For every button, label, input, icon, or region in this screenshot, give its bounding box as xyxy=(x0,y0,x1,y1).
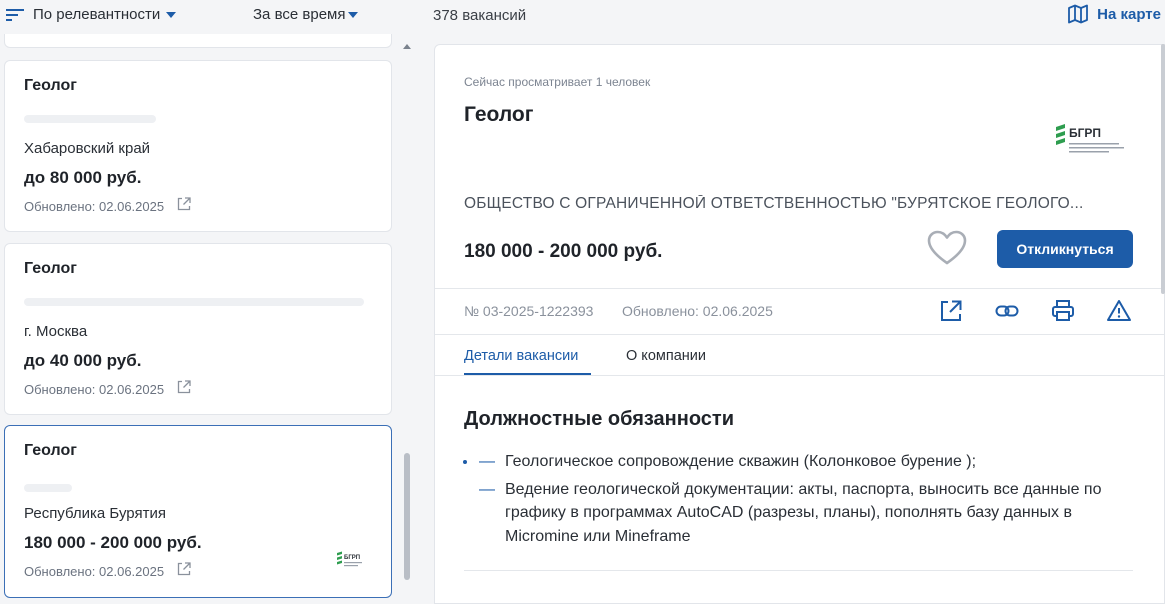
list-item: — Геологическое сопровождение скважин (К… xyxy=(461,450,1121,474)
card-company-placeholder xyxy=(24,484,72,492)
vacancy-updated: Обновлено: 02.06.2025 xyxy=(622,303,773,319)
divider xyxy=(435,288,1164,289)
viewers-count: Сейчас просматривает 1 человек xyxy=(464,75,651,89)
card-updated: Обновлено: 02.06.2025 xyxy=(24,382,165,397)
chevron-down-icon xyxy=(166,11,177,18)
vacancy-card[interactable]: Геолог Хабаровский край до 80 000 руб. О… xyxy=(4,60,392,232)
divider xyxy=(464,570,1133,571)
section-heading: Должностные обязанности xyxy=(464,408,734,430)
card-title: Геолог xyxy=(24,77,77,94)
map-label: На карте xyxy=(1097,5,1161,23)
bullet-marker xyxy=(463,460,467,464)
sort-dropdown[interactable]: По релевантности xyxy=(6,6,177,23)
dash-marker: — xyxy=(479,453,495,470)
external-link-icon[interactable] xyxy=(176,561,192,577)
external-link-icon[interactable] xyxy=(176,196,192,212)
vacancy-count: 378 вакансий xyxy=(433,7,527,24)
apply-button[interactable]: Откликнуться xyxy=(997,230,1133,268)
card-salary: до 80 000 руб. xyxy=(24,168,142,187)
company-logo-text: БГРП xyxy=(344,555,360,561)
card-salary: до 40 000 руб. xyxy=(24,351,142,370)
list-scrollbar[interactable] xyxy=(404,453,410,580)
heart-icon[interactable] xyxy=(926,229,968,267)
duties-list: — Геологическое сопровождение скважин (К… xyxy=(461,450,1121,552)
toolbar: По релевантности За все время 378 ваканс… xyxy=(0,0,1165,34)
warning-icon[interactable] xyxy=(1106,298,1132,324)
map-view-link[interactable]: На карте xyxy=(1067,4,1161,24)
card-region: г. Москва xyxy=(24,323,88,340)
list-item: — Ведение геологической документации: ак… xyxy=(461,478,1121,549)
period-label: За все время xyxy=(253,6,346,23)
card-region: Республика Бурятия xyxy=(24,505,166,522)
company-logo-text: БГРП xyxy=(1069,126,1101,140)
scroll-up-arrow[interactable] xyxy=(403,44,411,49)
company-name[interactable]: ОБЩЕСТВО С ОГРАНИЧЕННОЙ ОТВЕТСТВЕННОСТЬЮ… xyxy=(464,195,1134,213)
card-updated: Обновлено: 02.06.2025 xyxy=(24,199,165,214)
detail-scrollbar[interactable] xyxy=(1161,44,1165,294)
vacancy-title: Геолог xyxy=(464,103,534,126)
map-icon xyxy=(1068,4,1089,24)
company-logo: БГРП xyxy=(1040,103,1132,169)
duty-text: Геологическое сопровождение скважин (Кол… xyxy=(505,453,977,470)
card-company-placeholder xyxy=(24,115,156,123)
vacancy-card-partial[interactable] xyxy=(4,34,392,48)
sort-icon xyxy=(6,8,24,21)
dash-marker: — xyxy=(479,480,495,498)
card-company-placeholder xyxy=(24,298,364,306)
print-icon[interactable] xyxy=(1050,298,1076,324)
link-icon[interactable] xyxy=(994,298,1020,324)
vacancy-card[interactable]: Геолог г. Москва до 40 000 руб. Обновлен… xyxy=(4,243,392,415)
card-title: Геолог xyxy=(24,260,77,277)
period-dropdown[interactable]: За все время xyxy=(253,6,359,23)
external-link-icon[interactable] xyxy=(938,298,964,324)
vacancy-number: № 03-2025-1222393 xyxy=(464,303,594,319)
duty-text: Ведение геологической документации: акты… xyxy=(505,480,1102,545)
tab-about-company[interactable]: О компании xyxy=(626,348,706,364)
card-title: Геолог xyxy=(24,442,77,459)
card-updated: Обновлено: 02.06.2025 xyxy=(24,564,165,579)
card-region: Хабаровский край xyxy=(24,140,151,157)
chevron-down-icon xyxy=(348,11,359,18)
divider xyxy=(435,375,1164,376)
vacancy-card-selected[interactable]: Геолог Республика Бурятия 180 000 - 200 … xyxy=(4,425,392,598)
company-logo: БГРП xyxy=(337,551,362,567)
vacancy-list: Геолог Хабаровский край до 80 000 руб. О… xyxy=(0,34,420,599)
vacancy-detail: Сейчас просматривает 1 человек Геолог БГ… xyxy=(434,44,1165,604)
divider xyxy=(435,334,1164,335)
sort-label: По релевантности xyxy=(33,6,161,23)
vacancy-salary: 180 000 - 200 000 руб. xyxy=(464,241,663,262)
tab-details[interactable]: Детали вакансии xyxy=(464,348,578,364)
card-salary: 180 000 - 200 000 руб. xyxy=(24,533,202,552)
external-link-icon[interactable] xyxy=(176,379,192,395)
